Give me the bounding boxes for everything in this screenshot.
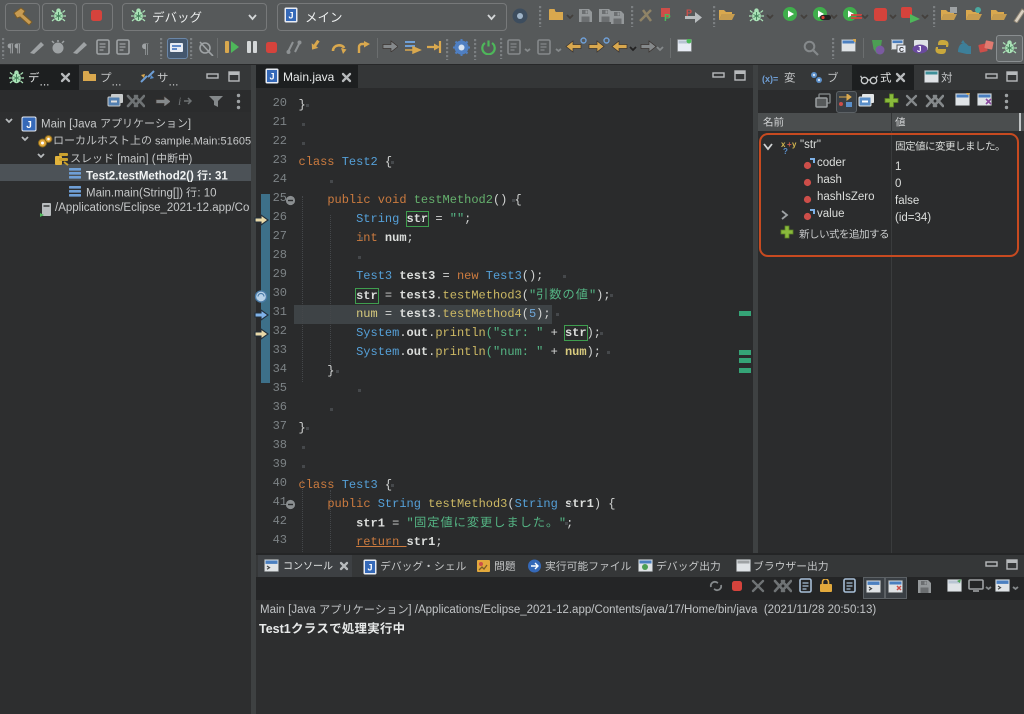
svg-text:J: J: [288, 11, 293, 21]
svg-text:¶: ¶: [142, 41, 149, 55]
svg-text:P: P: [664, 13, 671, 23]
svg-text:P: P: [686, 8, 692, 18]
svg-text:J: J: [26, 120, 32, 131]
svg-text:i: i: [178, 94, 181, 107]
svg-text:J: J: [367, 563, 372, 573]
svg-text:C: C: [899, 47, 904, 54]
svg-text:¶¶: ¶¶: [7, 40, 21, 55]
svg-text:J: J: [269, 72, 274, 82]
svg-text:(x)=: (x)=: [762, 74, 778, 84]
svg-text:J: J: [917, 45, 921, 54]
